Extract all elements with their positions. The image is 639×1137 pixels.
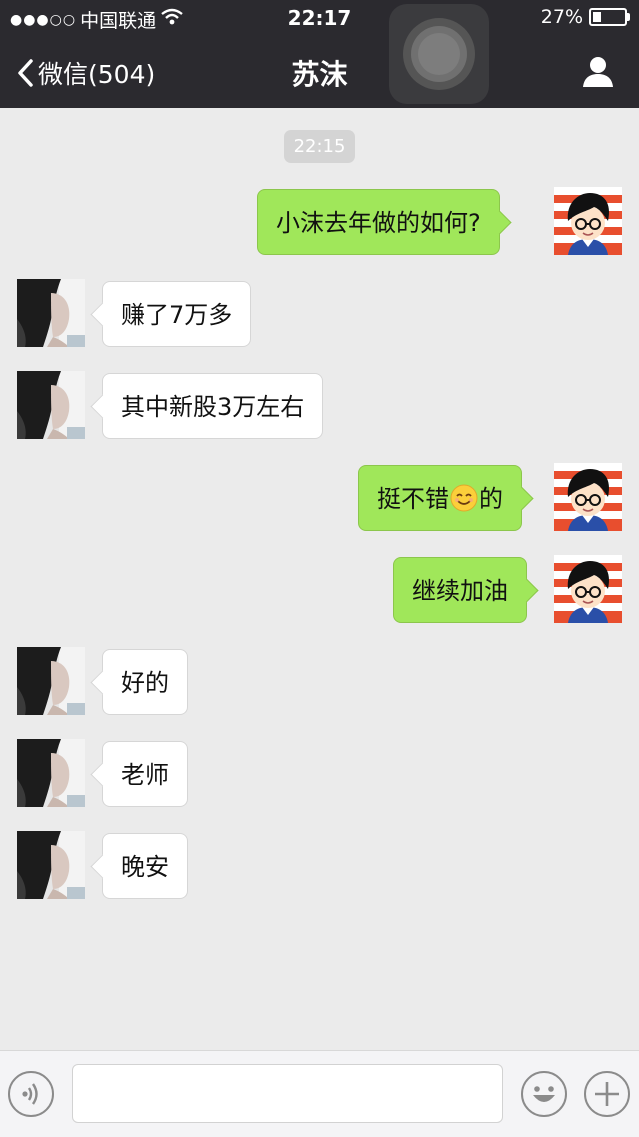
chat-timestamp: 22:15: [284, 130, 355, 163]
emoji-button[interactable]: [521, 1071, 567, 1117]
message-input[interactable]: [72, 1064, 503, 1123]
message-bubble-outgoing[interactable]: 小沫去年做的如何?: [257, 189, 500, 255]
my-avatar[interactable]: [554, 187, 622, 255]
back-label: 微信(504): [38, 60, 156, 89]
back-button[interactable]: 微信(504): [16, 55, 155, 91]
chevron-left-icon: [18, 59, 33, 87]
contact-avatar[interactable]: [17, 279, 85, 347]
message-bubble-outgoing[interactable]: 挺不错 的: [358, 465, 522, 531]
message-bubble-outgoing[interactable]: 继续加油: [393, 557, 527, 623]
my-avatar[interactable]: [554, 463, 622, 531]
my-avatar[interactable]: [554, 555, 622, 623]
assistive-touch-button[interactable]: [389, 4, 489, 104]
battery-icon: [589, 8, 630, 26]
message-text: 的: [479, 485, 503, 513]
message-bubble-incoming[interactable]: 赚了7万多: [102, 281, 252, 347]
contact-avatar[interactable]: [17, 739, 85, 807]
contact-avatar[interactable]: [17, 371, 85, 439]
voice-icon: [22, 1083, 38, 1105]
message-text: 挺不错: [377, 485, 449, 513]
profile-button[interactable]: [581, 54, 615, 88]
voice-button[interactable]: [8, 1071, 54, 1117]
status-right: 27%: [540, 6, 630, 28]
person-icon: [583, 57, 613, 87]
message-bubble-incoming[interactable]: 晚安: [102, 833, 188, 899]
message-bubble-incoming[interactable]: 好的: [102, 649, 188, 715]
battery-percent: 27%: [540, 6, 583, 28]
message-bubble-incoming[interactable]: 老师: [102, 741, 188, 807]
plus-icon: [595, 1082, 619, 1106]
message-bubble-incoming[interactable]: 其中新股3万左右: [102, 373, 324, 439]
battery-fill: [593, 12, 602, 22]
emoji-icon: [533, 1086, 555, 1102]
top-bar: ●●●○○ 中国联通 22:17 27% 微信(504) 苏沫: [0, 0, 639, 108]
contact-avatar[interactable]: [17, 831, 85, 899]
smiling-face-emoji-icon: [450, 484, 478, 512]
contact-avatar[interactable]: [17, 647, 85, 715]
input-bar: [0, 1050, 639, 1137]
plus-button[interactable]: [584, 1071, 630, 1117]
